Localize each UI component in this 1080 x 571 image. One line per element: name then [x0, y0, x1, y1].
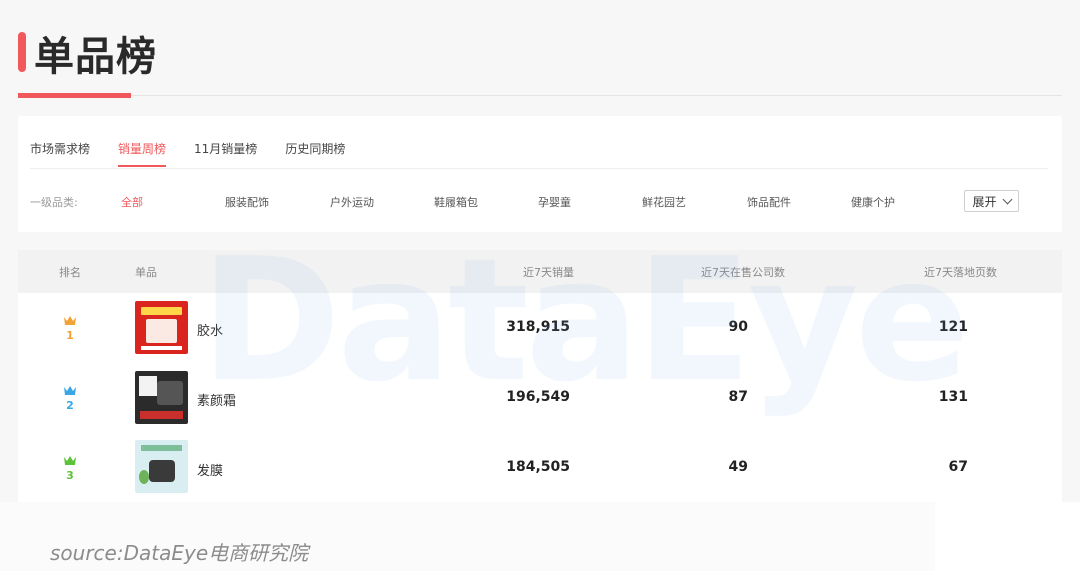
table-row[interactable]: 1 胶水 318,915 90 121	[18, 293, 1062, 363]
product-name: 发膜	[197, 464, 224, 479]
category-flowers-garden[interactable]: 鲜花园艺	[642, 194, 686, 210]
table-row[interactable]: 3 发膜 184,505 49 67	[18, 433, 1062, 502]
rank-crown-icon: 1	[64, 316, 76, 341]
column-header-rank: 排名	[59, 266, 81, 279]
svg-text:1: 1	[66, 329, 74, 341]
table-header: 排名 单品 近7天销量 近7天在售公司数 近7天落地页数	[18, 250, 1062, 293]
category-filter-label: 一级品类:	[30, 196, 78, 209]
companies-value: 87	[728, 389, 748, 405]
product-thumbnail	[135, 440, 188, 493]
table-row[interactable]: 2 素颜霜 196,549 87 131	[18, 363, 1062, 433]
ranking-table: 排名 单品 近7天销量 近7天在售公司数 近7天落地页数 1 胶水 318,91…	[18, 250, 1062, 502]
category-shoes-bags[interactable]: 鞋履箱包	[434, 194, 478, 210]
category-health-care[interactable]: 健康个护	[851, 194, 895, 210]
tab-historical-same-period[interactable]: 历史同期榜	[285, 140, 345, 167]
column-header-sales: 近7天销量	[523, 266, 574, 279]
tabs-divider	[30, 168, 1048, 169]
title-accent-bar	[18, 32, 26, 72]
footer-right-panel	[935, 502, 1080, 571]
chevron-down-icon	[1002, 194, 1012, 204]
expand-button[interactable]: 展开	[964, 190, 1019, 212]
product-thumbnail	[135, 371, 188, 424]
page-title: 单品榜	[34, 34, 157, 80]
product-name: 胶水	[197, 324, 224, 339]
companies-value: 49	[728, 459, 748, 475]
product-thumbnail	[135, 301, 188, 354]
title-divider	[18, 95, 1062, 96]
rank-crown-icon: 3	[64, 456, 76, 481]
svg-text:3: 3	[66, 469, 74, 481]
column-header-companies: 近7天在售公司数	[701, 266, 785, 279]
tab-market-demand[interactable]: 市场需求榜	[30, 140, 90, 167]
category-outdoor[interactable]: 户外运动	[330, 194, 374, 210]
pages-value: 67	[948, 459, 968, 475]
category-all[interactable]: 全部	[121, 194, 143, 210]
companies-value: 90	[728, 319, 748, 335]
column-header-product: 单品	[135, 266, 157, 279]
tab-weekly-sales[interactable]: 销量周榜	[118, 140, 167, 167]
sales-value: 184,505	[506, 459, 570, 475]
pages-value: 131	[938, 389, 968, 405]
tab-november-sales[interactable]: 11月销量榜	[194, 140, 257, 167]
expand-label: 展开	[972, 194, 997, 209]
column-header-pages: 近7天落地页数	[924, 266, 997, 279]
title-underline-accent	[18, 93, 131, 98]
source-caption: source:DataEye电商研究院	[50, 541, 309, 565]
sales-value: 318,915	[506, 319, 570, 335]
sales-value: 196,549	[506, 389, 570, 405]
category-apparel[interactable]: 服装配饰	[225, 194, 269, 210]
pages-value: 121	[938, 319, 968, 335]
category-accessories[interactable]: 饰品配件	[747, 194, 791, 210]
filter-card: 市场需求榜 销量周榜 11月销量榜 历史同期榜 一级品类: 全部 服装配饰 户外…	[18, 116, 1062, 232]
rank-crown-icon: 2	[64, 386, 76, 411]
svg-text:2: 2	[66, 399, 74, 411]
product-name: 素颜霜	[197, 394, 237, 409]
tab-bar: 市场需求榜 销量周榜 11月销量榜 历史同期榜	[30, 140, 373, 167]
category-baby[interactable]: 孕婴童	[538, 194, 571, 210]
